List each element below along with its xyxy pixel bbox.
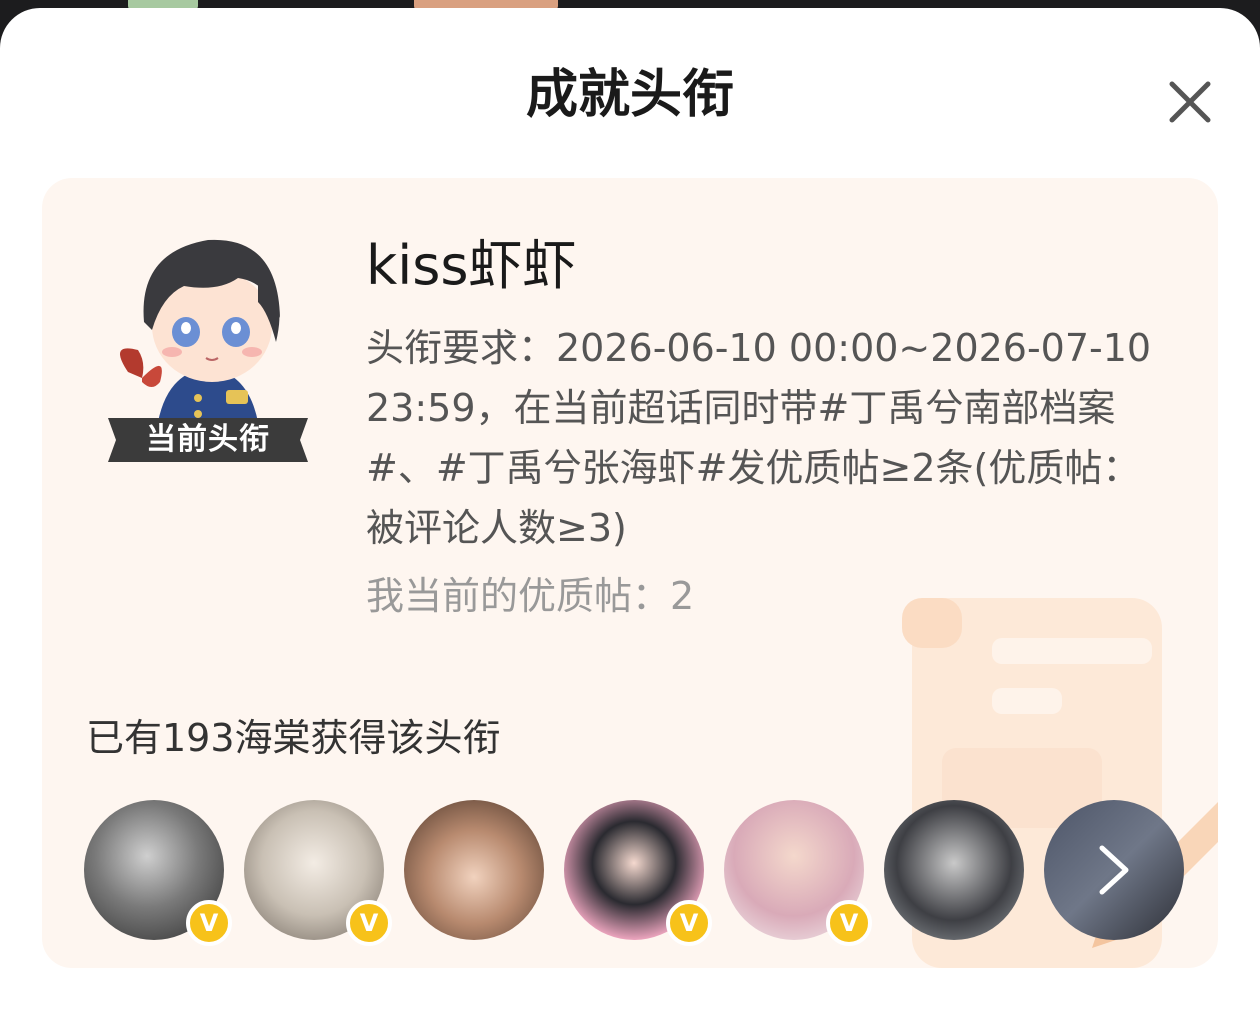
current-title-badge: 当前头衔: [108, 222, 308, 462]
title-card: 当前头衔 kiss虾虾 头衔要求：2026-06-10 00:00~2026-0…: [42, 178, 1218, 968]
my-quality-post-count: 我当前的优质帖：2: [366, 566, 694, 626]
owners-summary: 已有193海棠获得该头衔: [86, 716, 501, 760]
verified-badge-icon: V: [666, 900, 712, 946]
more-owners-button[interactable]: [1044, 800, 1184, 940]
my-quality-post-value: 2: [670, 574, 695, 618]
verified-badge-icon: V: [346, 900, 392, 946]
sheet-title: 成就头衔: [525, 65, 734, 125]
title-name: kiss虾虾: [366, 234, 577, 297]
close-icon: [1169, 81, 1211, 123]
my-quality-post-label: 我当前的优质帖：: [366, 574, 671, 618]
chevron-right-icon: [1099, 845, 1129, 895]
owner-avatar[interactable]: [884, 800, 1024, 940]
achievement-title-sheet: 成就头衔 当前头衔 kiss虾虾 头衔要求：2026-06-10 00:00~2…: [0, 8, 1260, 1026]
owner-avatar-list: V V V V: [84, 800, 1184, 946]
title-requirement: 头衔要求：2026-06-10 00:00~2026-07-10 23:59，在…: [366, 326, 1152, 550]
verified-badge-icon: V: [826, 900, 872, 946]
verified-badge-icon: V: [186, 900, 232, 946]
close-button[interactable]: [1158, 70, 1222, 134]
current-title-ribbon: 当前头衔: [108, 418, 308, 462]
owner-avatar[interactable]: [404, 800, 544, 940]
chibi-avatar-illustration: [120, 239, 280, 422]
